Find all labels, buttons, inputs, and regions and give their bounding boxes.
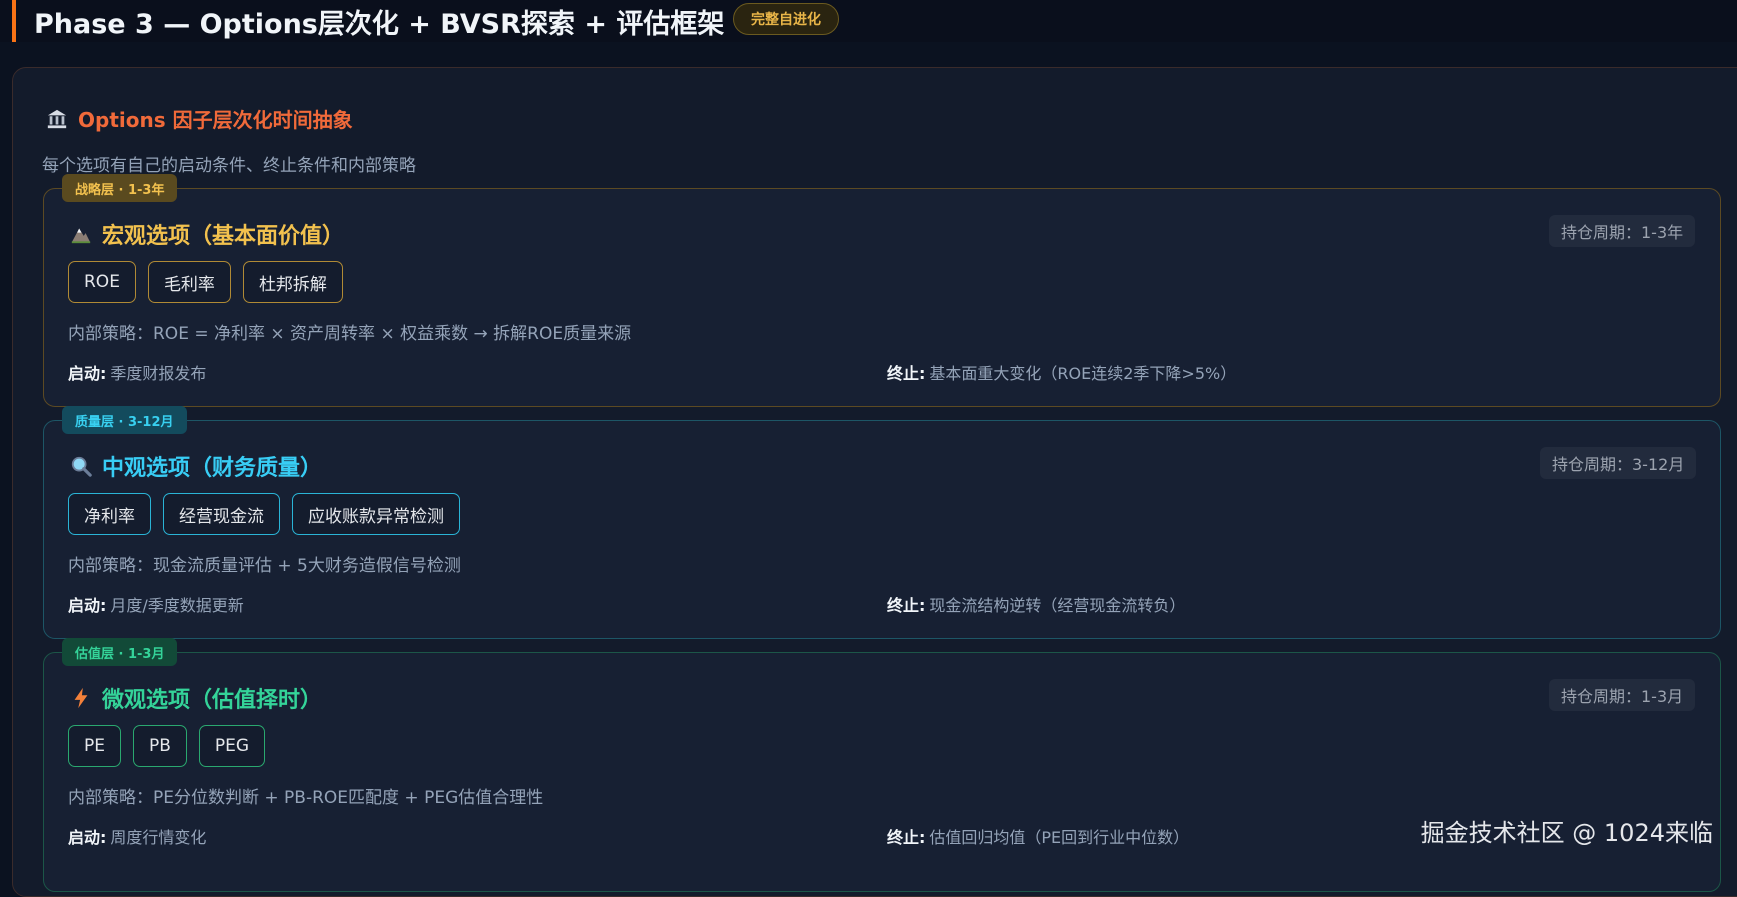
factor-chip-list: ROE 毛利率 杜邦拆解: [68, 261, 343, 303]
option-title-text: 宏观选项（基本面价值）: [102, 224, 345, 249]
option-title-micro: 微观选项（估值择时）: [70, 682, 322, 714]
option-title-text: 微观选项（估值择时）: [102, 688, 323, 713]
end-label: 终止:: [887, 596, 926, 615]
start-label: 启动:: [68, 828, 107, 847]
factor-chip-pb[interactable]: PB: [133, 725, 187, 767]
factor-chip-net-margin[interactable]: 净利率: [68, 493, 151, 535]
end-label: 终止:: [887, 364, 926, 383]
option-title-macro: 宏观选项（基本面价值）: [70, 218, 344, 250]
holding-period-badge: 持仓周期：3-12月: [1540, 447, 1697, 479]
layer-tag-quality: 质量层 · 3-12月: [62, 406, 187, 434]
start-value: 月度/季度数据更新: [110, 596, 244, 615]
section-heading-text: Options 因子层次化时间抽象: [78, 108, 353, 132]
magnifier-icon: [71, 456, 92, 477]
internal-strategy-text: 内部策略：PE分位数判断 + PB-ROE匹配度 + PEG估值合理性: [68, 788, 544, 808]
factor-chip-list: PE PB PEG: [68, 725, 266, 767]
factor-chip-peg[interactable]: PEG: [198, 725, 266, 767]
end-label: 终止:: [887, 828, 926, 847]
end-condition: 终止: 现金流结构逆转（经营现金流转负）: [887, 592, 1185, 616]
factor-chip-roe[interactable]: ROE: [68, 261, 136, 303]
layer-tag-strategic: 战略层 · 1-3年: [62, 174, 178, 202]
factor-chip-gross-margin[interactable]: 毛利率: [147, 261, 231, 303]
page-header: Phase 3 — Options层次化 + BVSR探索 + 评估框架 完整自…: [0, 0, 1737, 42]
factor-chip-operating-cashflow[interactable]: 经营现金流: [163, 493, 280, 535]
start-value: 周度行情变化: [110, 828, 207, 847]
header-accent-bar: [12, 0, 16, 42]
lightning-icon: [74, 687, 88, 709]
start-condition: 启动: 季度财报发布: [68, 360, 206, 384]
bank-building-icon: [47, 109, 67, 128]
watermark: 掘金技术社区 @ 1024来临: [1420, 819, 1713, 847]
factor-chip-dupont[interactable]: 杜邦拆解: [242, 261, 343, 303]
option-title-meso: 中观选项（财务质量）: [70, 450, 322, 482]
start-value: 季度财报发布: [110, 364, 207, 383]
factor-chip-list: 净利率 经营现金流 应收账款异常检测: [68, 493, 460, 535]
section-description: 每个选项有自己的启动条件、终止条件和内部策略: [42, 156, 416, 176]
option-title-text: 中观选项（财务质量）: [102, 456, 323, 481]
start-label: 启动:: [68, 596, 107, 615]
end-condition: 终止: 基本面重大变化（ROE连续2季下降>5%）: [887, 360, 1236, 384]
mountain-icon: [71, 228, 91, 244]
start-condition: 启动: 周度行情变化: [68, 824, 206, 848]
internal-strategy-text: 内部策略：ROE = 净利率 × 资产周转率 × 权益乘数 → 拆解ROE质量来…: [68, 324, 632, 344]
factor-chip-pe[interactable]: PE: [68, 725, 121, 767]
start-label: 启动:: [68, 364, 107, 383]
end-condition: 终止: 估值回归均值（PE回到行业中位数）: [887, 824, 1189, 848]
holding-period-badge: 持仓周期：1-3年: [1549, 215, 1696, 247]
end-value: 现金流结构逆转（经营现金流转负）: [929, 596, 1186, 615]
factor-chip-receivables-anomaly[interactable]: 应收账款异常检测: [292, 493, 460, 535]
end-value: 估值回归均值（PE回到行业中位数）: [929, 828, 1190, 847]
internal-strategy-text: 内部策略：现金流质量评估 + 5大财务造假信号检测: [68, 556, 461, 576]
page-title: Phase 3 — Options层次化 + BVSR探索 + 评估框架: [34, 9, 725, 40]
end-value: 基本面重大变化（ROE连续2季下降>5%）: [929, 364, 1237, 383]
section-heading: Options 因子层次化时间抽象: [46, 104, 353, 133]
holding-period-badge: 持仓周期：1-3月: [1549, 679, 1696, 711]
layer-tag-valuation: 估值层 · 1-3月: [62, 638, 178, 666]
start-condition: 启动: 月度/季度数据更新: [68, 592, 244, 616]
status-badge: 完整自进化: [733, 3, 839, 35]
